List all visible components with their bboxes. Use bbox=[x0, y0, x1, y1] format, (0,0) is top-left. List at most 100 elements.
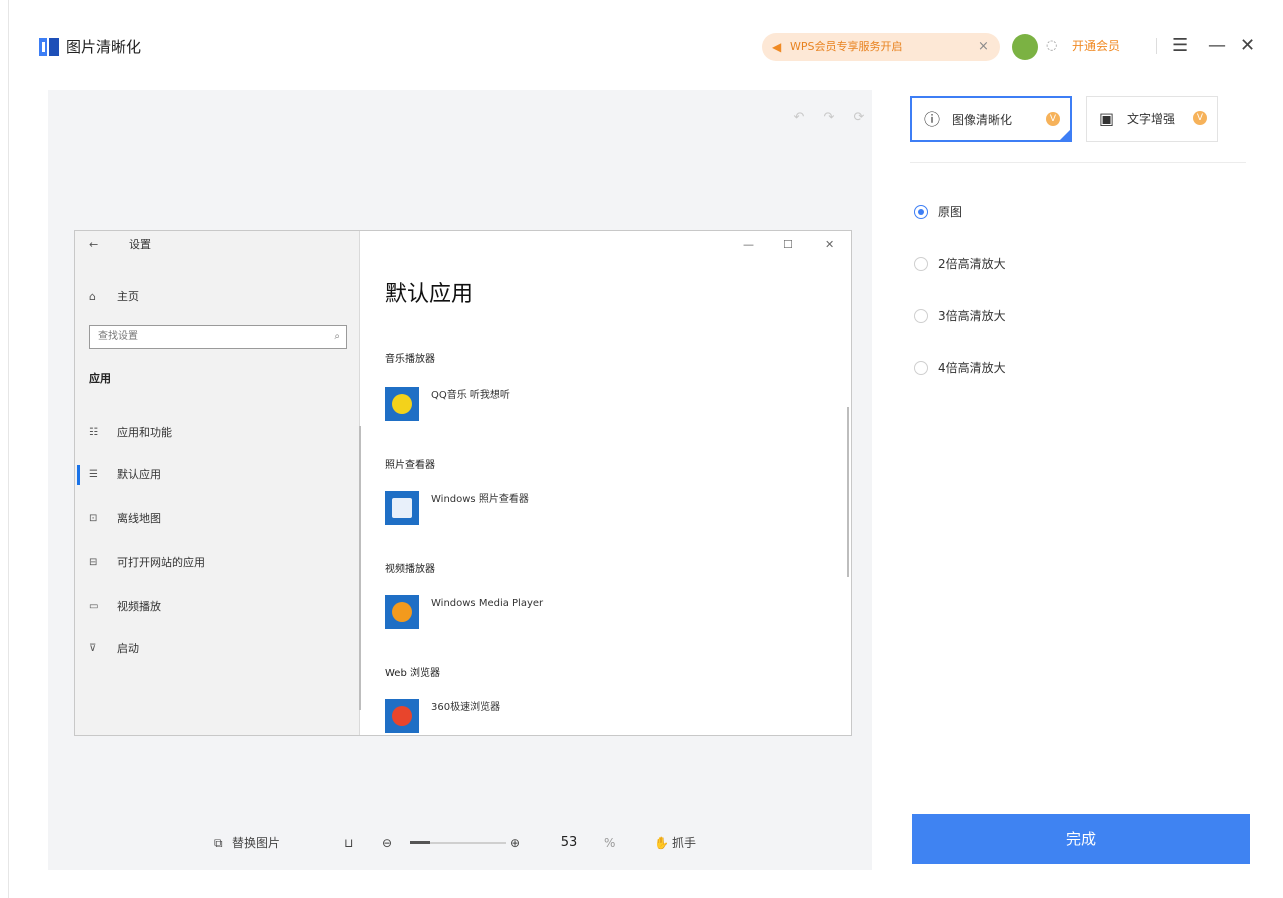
selected-corner-mark bbox=[1058, 128, 1072, 142]
option-3x-upscale[interactable]: 3倍高清放大 bbox=[914, 306, 1214, 326]
promo-close-icon[interactable]: × bbox=[978, 33, 989, 61]
default-app-entry: QQ音乐 听我想听 bbox=[385, 387, 785, 421]
promo-banner[interactable]: ◀ WPS会员专享服务开启 × bbox=[762, 33, 1000, 61]
selection-indicator bbox=[77, 465, 80, 485]
video-playback-icon: ▭ bbox=[89, 601, 99, 612]
settings-content-scrollbar bbox=[847, 407, 849, 577]
home-icon: ⌂ bbox=[89, 290, 96, 303]
info-circle-icon: ⓘ bbox=[924, 110, 941, 129]
settings-nav-item-selected: ☰ 默认应用 bbox=[75, 463, 359, 487]
option-label: 2倍高清放大 bbox=[938, 257, 1006, 271]
app-logo-icon bbox=[39, 38, 59, 56]
default-app-entry: Windows 照片查看器 bbox=[385, 491, 785, 525]
settings-page-title: 默认应用 bbox=[385, 282, 474, 307]
default-apps-icon: ☰ bbox=[89, 469, 98, 480]
settings-close-icon: ✕ bbox=[825, 238, 835, 251]
radio-button[interactable] bbox=[914, 205, 928, 219]
avatar[interactable] bbox=[1012, 34, 1038, 60]
settings-nav-item: ☷ 应用和功能 bbox=[75, 421, 359, 445]
reset-icon[interactable]: ⟳ bbox=[844, 110, 874, 125]
vip-badge-icon: V bbox=[1193, 111, 1207, 125]
app-window: 图片清晰化 ◀ WPS会员专享服务开启 × ◌ 开通会员 ☰ — ✕ ↶ ↷ ⟳ ←… bbox=[0, 0, 1283, 898]
settings-nav-item: ⊟ 可打开网站的应用 bbox=[75, 551, 359, 575]
vip-icon: ◌ bbox=[1046, 38, 1058, 53]
startup-icon: ⊽ bbox=[89, 643, 97, 654]
undo-icon[interactable]: ↶ bbox=[784, 110, 814, 125]
tab-image-enhance[interactable]: ⓘ 图像清晰化 V bbox=[910, 96, 1072, 142]
canvas-toolbar: ↶ ↷ ⟳ bbox=[784, 110, 884, 130]
vip-link[interactable]: 开通会员 bbox=[1072, 36, 1120, 56]
option-4x-upscale[interactable]: 4倍高清放大 bbox=[914, 358, 1214, 378]
default-app-name: Windows Media Player bbox=[431, 598, 544, 609]
tab-text-enhance[interactable]: ▣ 文字增强 V bbox=[1086, 96, 1218, 142]
redo-icon[interactable]: ↷ bbox=[814, 110, 844, 125]
app-title: 图片清晰化 bbox=[66, 38, 142, 56]
photo-viewer-icon bbox=[385, 491, 419, 525]
settings-window-title: 设置 bbox=[129, 238, 151, 251]
replace-image-icon[interactable]: ⧉ bbox=[214, 830, 223, 856]
settings-nav-item: ⊽ 启动 bbox=[75, 637, 359, 661]
option-2x-upscale[interactable]: 2倍高清放大 bbox=[914, 254, 1214, 274]
tab-label: 文字增强 bbox=[1127, 112, 1176, 126]
settings-sidebar: ← 设置 ⌂ 主页 查找设置 ⌕ 应用 ☷ 应用和功能 ☰ 默认应用 ⊡ 离线地… bbox=[75, 231, 359, 735]
zoom-value-field[interactable]: 53 bbox=[552, 832, 586, 854]
settings-nav-label: 默认应用 bbox=[117, 468, 161, 481]
close-icon[interactable]: ✕ bbox=[1240, 36, 1256, 56]
zoom-in-icon[interactable]: ⊕ bbox=[510, 830, 520, 856]
back-arrow-icon: ← bbox=[89, 238, 99, 251]
fit-screen-icon[interactable]: ⊔ bbox=[344, 830, 353, 856]
window-border bbox=[8, 0, 9, 898]
settings-home-label: 主页 bbox=[117, 290, 139, 303]
hand-tool-icon[interactable]: ✋ bbox=[654, 830, 669, 856]
settings-section-label: 应用 bbox=[89, 372, 111, 385]
category-title: 照片查看器 bbox=[385, 460, 435, 471]
qq-music-icon bbox=[385, 387, 419, 421]
zoom-out-icon[interactable]: ⊖ bbox=[382, 830, 392, 856]
default-app-name: QQ音乐 听我想听 bbox=[431, 390, 510, 401]
settings-nav-label: 启动 bbox=[117, 642, 139, 655]
settings-search-box: 查找设置 ⌕ bbox=[89, 325, 347, 349]
settings-nav-item: ▭ 视频播放 bbox=[75, 595, 359, 619]
done-button[interactable]: 完成 bbox=[912, 814, 1250, 864]
settings-nav-label: 可打开网站的应用 bbox=[117, 556, 205, 569]
zoom-slider-fill bbox=[410, 841, 430, 844]
settings-minimize-icon: — bbox=[743, 238, 754, 251]
zoom-unit-label: % bbox=[604, 836, 616, 850]
hand-tool-button[interactable]: 抓手 bbox=[672, 830, 696, 856]
minimize-icon[interactable]: — bbox=[1208, 36, 1226, 56]
promo-text: WPS会员专享服务开启 bbox=[790, 40, 903, 53]
default-app-name: Windows 照片查看器 bbox=[431, 494, 529, 505]
settings-nav-label: 离线地图 bbox=[117, 512, 161, 525]
option-label: 3倍高清放大 bbox=[938, 309, 1006, 323]
option-label: 原图 bbox=[938, 205, 963, 219]
text-enhance-icon: ▣ bbox=[1099, 109, 1115, 128]
media-player-icon bbox=[385, 595, 419, 629]
radio-button[interactable] bbox=[914, 257, 928, 271]
bottom-toolbar: ⧉ 替换图片 ⊔ ⊖ ⊕ 53 % ✋ 抓手 bbox=[214, 830, 734, 856]
settings-nav-label: 视频播放 bbox=[117, 600, 161, 613]
category-title: 音乐播放器 bbox=[385, 354, 435, 365]
settings-sidebar-scrollbar bbox=[359, 426, 361, 710]
option-original[interactable]: 原图 bbox=[914, 202, 1214, 222]
settings-search-placeholder: 查找设置 bbox=[98, 331, 138, 342]
vip-badge-icon: V bbox=[1046, 112, 1060, 126]
radio-button[interactable] bbox=[914, 361, 928, 375]
tab-label: 图像清晰化 bbox=[952, 113, 1013, 127]
option-label: 4倍高清放大 bbox=[938, 361, 1006, 375]
category-title: 视频播放器 bbox=[385, 564, 435, 575]
menu-icon[interactable]: ☰ bbox=[1172, 36, 1190, 56]
radio-button[interactable] bbox=[914, 309, 928, 323]
apps-for-websites-icon: ⊟ bbox=[89, 557, 98, 568]
browser-icon bbox=[385, 699, 419, 733]
apps-features-icon: ☷ bbox=[89, 427, 98, 438]
replace-image-button[interactable]: 替换图片 bbox=[232, 830, 280, 856]
default-app-name: 360极速浏览器 bbox=[431, 702, 501, 713]
title-bar: 图片清晰化 ◀ WPS会员专享服务开启 × ◌ 开通会员 ☰ — ✕ bbox=[0, 0, 1283, 90]
settings-maximize-icon: ☐ bbox=[783, 238, 793, 251]
preview-image: ← 设置 ⌂ 主页 查找设置 ⌕ 应用 ☷ 应用和功能 ☰ 默认应用 ⊡ 离线地… bbox=[74, 230, 852, 736]
titlebar-divider bbox=[1156, 38, 1157, 54]
speaker-icon: ◀ bbox=[772, 40, 782, 54]
default-app-entry: Windows Media Player bbox=[385, 595, 785, 629]
settings-nav-item: ⊡ 离线地图 bbox=[75, 507, 359, 531]
settings-nav-label: 应用和功能 bbox=[117, 426, 172, 439]
